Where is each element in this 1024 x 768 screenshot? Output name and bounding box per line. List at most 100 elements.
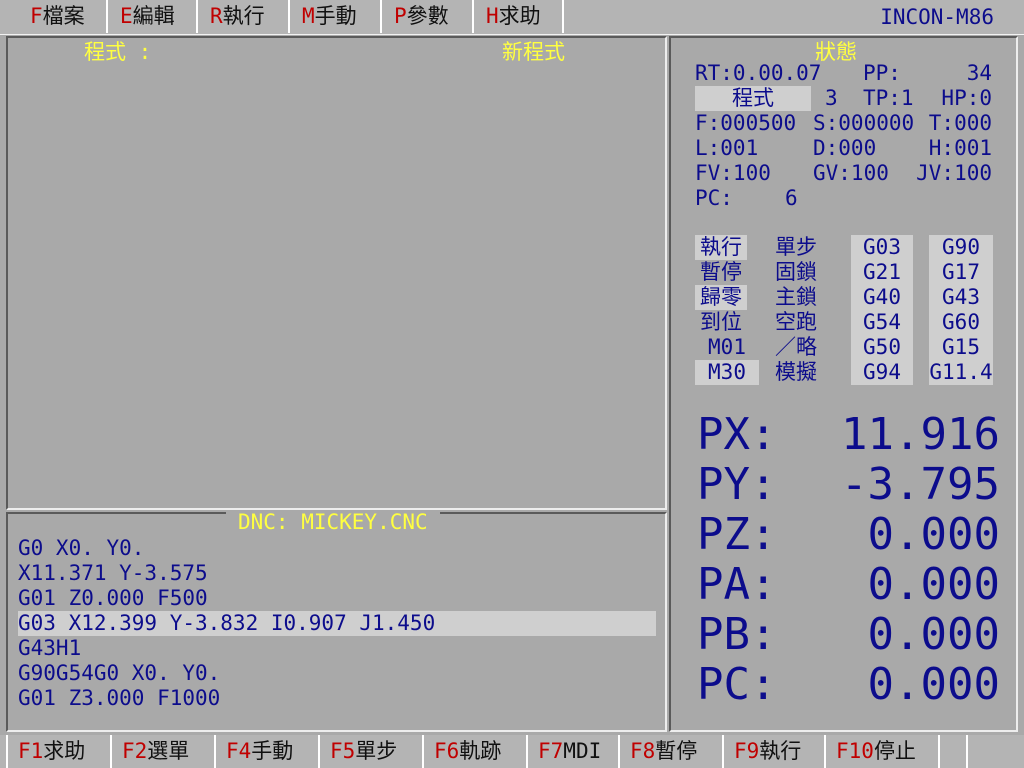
code-line[interactable]: G90G54G0 X0. Y0. xyxy=(18,661,656,686)
flag-pause: 暫停 xyxy=(700,260,742,284)
fkey-single-step[interactable]: F5單步 xyxy=(318,735,422,768)
gcode-modal: G54 xyxy=(851,310,913,335)
gcode-modal: G50 xyxy=(851,335,913,360)
fkey-menu[interactable]: F2選單 xyxy=(110,735,214,768)
pp-label: PP: xyxy=(863,61,901,85)
h-value: H:001 xyxy=(928,136,992,160)
flag-m01: M01 xyxy=(708,335,746,359)
d-value: D:000 xyxy=(813,136,877,160)
flag-home: 歸零 xyxy=(695,285,747,310)
pc-value: 6 xyxy=(785,186,798,210)
fkey-label: 單步 xyxy=(355,739,398,763)
axis-value-x: 11.916 xyxy=(841,409,1000,460)
fkey-mdi[interactable]: F7MDI xyxy=(526,735,618,768)
axis-label-c: PC: xyxy=(697,659,777,710)
flag-single-step: 單步 xyxy=(775,235,817,259)
fkey-manual[interactable]: F4手動 xyxy=(214,735,318,768)
code-line[interactable]: X11.371 Y-3.575 xyxy=(18,561,656,586)
menu-label: 參數 xyxy=(406,4,449,28)
code-line[interactable]: G0 X0. Y0. xyxy=(18,536,656,561)
dnc-title-text: DNC: MICKEY.CNC xyxy=(226,510,440,534)
menu-edit[interactable]: E編輯 xyxy=(110,0,198,33)
flag-dry-run: 空跑 xyxy=(775,310,817,334)
menu-bar: F檔案 E編輯 R執行 M手動 P參數 H求助 INCON-M86 xyxy=(0,0,1024,35)
flag-inpos: 到位 xyxy=(700,310,742,334)
gcode-modal: G21 xyxy=(851,260,913,285)
fkey-number: F4 xyxy=(226,739,252,763)
fkey-label: 停止 xyxy=(873,739,916,763)
pc-label: PC: xyxy=(695,186,733,210)
tool-value: T:000 xyxy=(928,111,992,135)
menu-run[interactable]: R執行 xyxy=(200,0,290,33)
axis-label-y: PY: xyxy=(697,459,777,510)
dnc-title: DNC: MICKEY.CNC xyxy=(226,510,440,534)
flag-spindle-lock: 主鎖 xyxy=(775,285,817,309)
program-panel: 程式 : 新程式 xyxy=(6,36,667,510)
menu-hotkey: E xyxy=(120,4,133,28)
flag-run: 執行 xyxy=(695,235,747,260)
axis-value-y: -3.795 xyxy=(841,459,1000,510)
menu-params[interactable]: P參數 xyxy=(384,0,474,33)
gcode-modal: G90 xyxy=(929,235,993,260)
axis-value-z: 0.000 xyxy=(867,509,1000,560)
axis-label-z: PZ: xyxy=(697,509,777,560)
fkey-blank xyxy=(938,735,966,768)
gcode-modal: G17 xyxy=(929,260,993,285)
menu-hotkey: M xyxy=(302,4,315,28)
code-line[interactable]: G43H1 xyxy=(18,636,656,661)
menu-manual[interactable]: M手動 xyxy=(292,0,382,33)
menu-hotkey: H xyxy=(486,4,499,28)
menu-hotkey: P xyxy=(394,4,407,28)
fkey-toolpath[interactable]: F6軌跡 xyxy=(422,735,526,768)
program-label: 程式 : xyxy=(84,40,152,64)
fkey-stop[interactable]: F10停止 xyxy=(824,735,938,768)
gcode-modal: G43 xyxy=(929,285,993,310)
fkey-label: 軌跡 xyxy=(459,739,502,763)
fkey-help[interactable]: F1求助 xyxy=(6,735,108,768)
feed-value: F:000500 xyxy=(695,111,797,135)
code-line-current[interactable]: G03 X12.399 Y-3.832 I0.907 J1.450 xyxy=(18,611,656,636)
menu-label: 執行 xyxy=(222,4,265,28)
menu-hotkey: F xyxy=(30,4,43,28)
flag-skip: ／略 xyxy=(775,335,817,359)
menu-help[interactable]: H求助 xyxy=(476,0,564,33)
runtime: RT:0.00.07 xyxy=(695,61,822,85)
menu-label: 檔案 xyxy=(42,4,85,28)
fkey-label: 執行 xyxy=(759,739,802,763)
flag-m30: M30 xyxy=(695,360,759,385)
fkey-pause[interactable]: F8暫停 xyxy=(618,735,722,768)
fkey-label: MDI xyxy=(563,739,602,763)
mode-indicator: 程式 xyxy=(695,86,811,111)
fkey-label: 手動 xyxy=(251,739,294,763)
program-name: 新程式 xyxy=(502,40,565,64)
gcode-modal: G94 xyxy=(851,360,913,385)
fkey-label: 選單 xyxy=(147,739,190,763)
flag-simulate: 模擬 xyxy=(775,360,817,384)
l-value: L:001 xyxy=(695,136,759,160)
gcode-modal: G15 xyxy=(929,335,993,360)
mode-number: 3 xyxy=(825,86,838,110)
app-title: INCON-M86 xyxy=(880,5,994,29)
axis-value-c: 0.000 xyxy=(867,659,1000,710)
fkey-label: 暫停 xyxy=(655,739,698,763)
axis-label-a: PA: xyxy=(697,559,777,610)
hp-value: HP:0 xyxy=(941,86,992,110)
gcode-modal: G40 xyxy=(851,285,913,310)
axis-label-x: PX: xyxy=(697,409,777,460)
jv-value: JV:100 xyxy=(916,161,992,185)
status-panel: 狀態 RT:0.00.07 PP: 34 程式 3 TP:1 HP:0 F:00… xyxy=(669,36,1018,732)
fkey-number: F10 xyxy=(836,739,874,763)
menu-file[interactable]: F檔案 xyxy=(20,0,108,33)
dnc-panel: DNC: MICKEY.CNC G0 X0. Y0. X11.371 Y-3.57… xyxy=(6,510,667,732)
menu-label: 編輯 xyxy=(132,4,175,28)
axis-value-a: 0.000 xyxy=(867,559,1000,610)
fkey-number: F8 xyxy=(630,739,656,763)
function-key-bar: F1求助 F2選單 F4手動 F5單步 F6軌跡 F7MDI F8暫停 F9執行… xyxy=(0,735,1024,768)
gv-value: GV:100 xyxy=(813,161,889,185)
code-line[interactable]: G01 Z3.000 F1000 xyxy=(18,686,656,711)
fkey-run[interactable]: F9執行 xyxy=(722,735,824,768)
gcode-modal: G03 xyxy=(851,235,913,260)
tp-value: TP:1 xyxy=(863,86,914,110)
code-line[interactable]: G01 Z0.000 F500 xyxy=(18,586,656,611)
gcode-modal: G60 xyxy=(929,310,993,335)
